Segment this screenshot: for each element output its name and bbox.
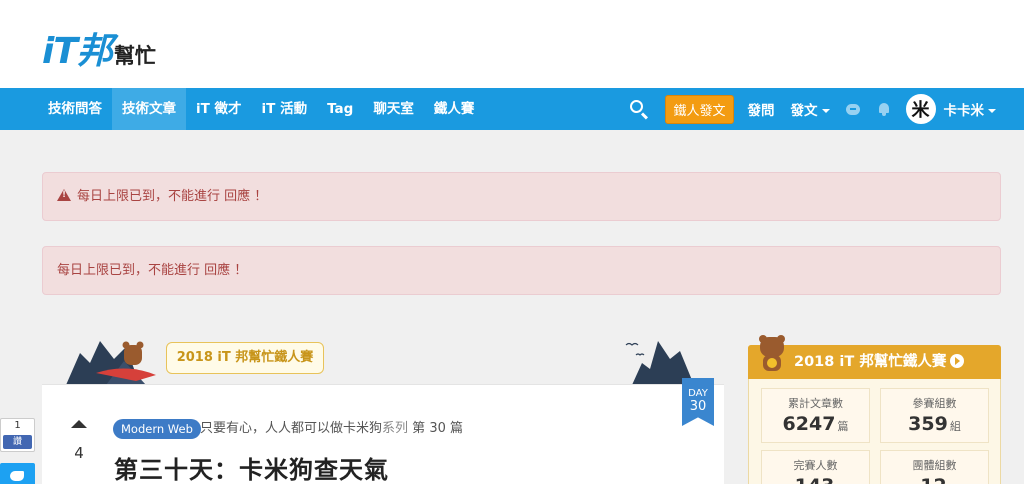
stat-unit: 組 bbox=[949, 420, 961, 433]
nav-menu: 技術問答 技術文章 iT 徵才 iT 活動 Tag 聊天室 鐵人賽 bbox=[38, 88, 484, 130]
stat-label: 參賽組數 bbox=[912, 397, 957, 410]
post-dropdown[interactable]: 發文 bbox=[791, 99, 830, 119]
arrow-right-circle-icon bbox=[950, 354, 965, 368]
nav-item-jobs[interactable]: iT 徵才 bbox=[186, 88, 252, 130]
user-menu[interactable]: 卡卡米 bbox=[943, 99, 996, 119]
day-badge-label: DAY bbox=[688, 388, 708, 399]
bear-ear-right bbox=[136, 341, 144, 349]
nav-item-events[interactable]: iT 活動 bbox=[252, 88, 318, 130]
stat-number: 6247 bbox=[782, 413, 836, 435]
stat-value: 12 bbox=[881, 475, 988, 484]
mascot-badge bbox=[767, 358, 777, 368]
series-word: 系列 bbox=[382, 421, 409, 436]
stat-label: 完賽人數 bbox=[793, 459, 838, 472]
day-badge-number: 30 bbox=[689, 399, 707, 414]
chevron-down-icon bbox=[988, 109, 996, 113]
facebook-like-button[interactable]: 讚 bbox=[3, 435, 32, 449]
site-logo[interactable]: iT邦 幫忙 bbox=[42, 22, 156, 74]
stat-value: 143 bbox=[762, 475, 869, 484]
alert-text: 每日上限已到，不能進行 回應 ！ bbox=[77, 189, 268, 204]
nav-item-tech-qa[interactable]: 技術問答 bbox=[38, 88, 112, 130]
user-name: 卡卡米 bbox=[943, 103, 985, 119]
vote-count: 4 bbox=[74, 444, 84, 462]
alert-daily-limit-secondary: 每日上限已到，不能進行 回應 ！ bbox=[42, 246, 1001, 295]
logo-bar: iT邦 幫忙 bbox=[0, 0, 1024, 88]
bear-mascot-icon bbox=[759, 335, 785, 371]
bell-icon[interactable] bbox=[878, 102, 890, 116]
search-icon[interactable] bbox=[629, 99, 649, 120]
stat-label: 累計文章數 bbox=[788, 397, 843, 410]
warning-icon bbox=[57, 189, 71, 201]
twitter-share-button[interactable] bbox=[0, 463, 35, 484]
post-dropdown-label: 發文 bbox=[790, 103, 818, 119]
bird-1 bbox=[625, 342, 639, 346]
avatar[interactable]: 米 bbox=[905, 94, 936, 124]
bell-icon-body bbox=[878, 102, 889, 113]
alert-daily-limit: 每日上限已到，不能進行 回應 ！ bbox=[42, 172, 1001, 221]
ask-button[interactable]: 發問 bbox=[748, 99, 775, 119]
ironman-stats-title: 2018 iT 邦幫忙鐵人賽 bbox=[794, 354, 947, 370]
nav-actions: 鐵人發文 發問 發文 米 卡卡米 bbox=[629, 88, 996, 130]
twitter-icon bbox=[10, 471, 24, 481]
bear-ear-left bbox=[122, 341, 130, 349]
series-link[interactable]: 只要有心，人人都可以做卡米狗 bbox=[200, 421, 382, 436]
stat-group-teams: 團體組數 12 bbox=[880, 450, 989, 484]
stat-number: 12 bbox=[920, 475, 946, 484]
mountain-scenery-illustration bbox=[66, 341, 694, 385]
chevron-down-icon bbox=[821, 109, 830, 113]
facebook-share-count: 1 bbox=[14, 420, 21, 431]
search-icon-handle bbox=[641, 112, 649, 120]
stat-number: 143 bbox=[795, 475, 835, 484]
alert-text: 每日上限已到，不能進行 回應 ！ bbox=[57, 263, 248, 278]
series-info: 只要有心，人人都可以做卡米狗系列 第 30 篇 bbox=[200, 419, 463, 438]
stat-value: 6247 篇 bbox=[762, 413, 869, 435]
nav-item-tag[interactable]: Tag bbox=[317, 88, 363, 130]
contest-banner[interactable]: 2018 iT 邦幫忙鐵人賽 bbox=[166, 342, 324, 374]
stat-finishers: 完賽人數 143 bbox=[761, 450, 870, 484]
search-icon-ring bbox=[630, 100, 644, 113]
stat-unit: 篇 bbox=[837, 420, 849, 433]
series-day-number: 30 bbox=[429, 421, 446, 436]
stat-label: 團體組數 bbox=[912, 459, 957, 472]
logo-main-text: iT邦 bbox=[42, 31, 113, 72]
series-day-suffix: 篇 bbox=[450, 421, 464, 436]
article-title[interactable]: 第三十天：卡米狗查天氣 bbox=[114, 450, 389, 484]
nav-item-chatroom[interactable]: 聊天室 bbox=[363, 88, 424, 130]
nav-item-ironman[interactable]: 鐵人賽 bbox=[424, 88, 485, 130]
stat-value: 359 組 bbox=[881, 413, 988, 435]
logo-sub-text: 幫忙 bbox=[113, 44, 156, 68]
stat-total-articles: 累計文章數 6247 篇 bbox=[761, 388, 870, 443]
ironman-post-button[interactable]: 鐵人發文 bbox=[665, 94, 734, 124]
bird-2 bbox=[635, 353, 645, 356]
chat-icon[interactable] bbox=[845, 103, 860, 115]
series-day-prefix: 第 bbox=[412, 421, 426, 436]
stat-number: 359 bbox=[908, 413, 948, 435]
mascot-head bbox=[760, 337, 784, 357]
bell-icon-clapper bbox=[881, 112, 886, 116]
main-navbar: 技術問答 技術文章 iT 徵才 iT 活動 Tag 聊天室 鐵人賽 鐵人發文 發… bbox=[0, 88, 1024, 130]
facebook-share-widget[interactable]: 1 讚 bbox=[0, 418, 35, 452]
tag-badge[interactable]: Modern Web bbox=[113, 419, 201, 439]
nav-item-tech-articles[interactable]: 技術文章 bbox=[112, 88, 186, 130]
stat-teams: 參賽組數 359 組 bbox=[880, 388, 989, 443]
upvote-arrow-icon[interactable] bbox=[71, 420, 87, 428]
